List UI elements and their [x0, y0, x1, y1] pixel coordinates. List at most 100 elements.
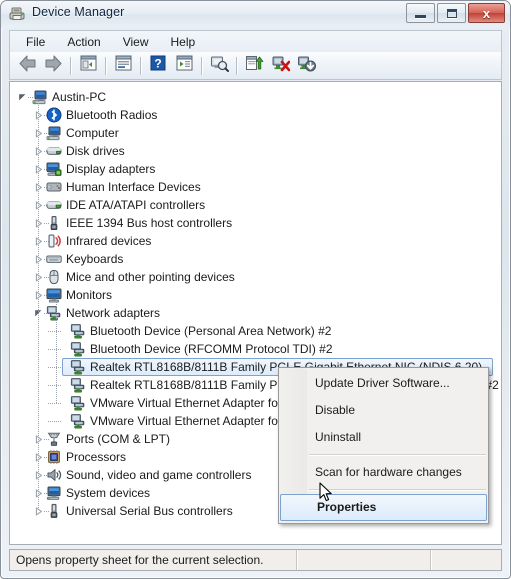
uninstall-device-icon: [297, 55, 316, 77]
network-adapter-icon: [46, 305, 62, 321]
tree-item-label: Keyboards: [66, 252, 124, 266]
context-menu-item-update-driver-software[interactable]: Update Driver Software...: [279, 370, 488, 397]
tree-item[interactable]: Infrared devices: [10, 232, 501, 250]
maximize-icon: [438, 4, 465, 22]
toolbar: ?: [9, 52, 502, 80]
context-menu-separator: [309, 454, 486, 456]
tree-item[interactable]: Bluetooth Radios: [10, 106, 501, 124]
update-driver-software-icon: [245, 55, 264, 77]
disable-device-button[interactable]: [268, 54, 292, 78]
maximize-button[interactable]: [437, 3, 466, 23]
context-menu-item-disable[interactable]: Disable: [279, 397, 488, 424]
properties-button[interactable]: [111, 54, 135, 78]
forward-button[interactable]: [41, 54, 65, 78]
computer-icon: [32, 89, 48, 105]
tree-guide-line: [48, 331, 62, 332]
help-button[interactable]: ?: [146, 54, 170, 78]
system-device-icon: [46, 485, 62, 501]
tree-item[interactable]: Network adapters: [10, 304, 501, 322]
context-menu-item-scan-for-hardware-changes[interactable]: Scan for hardware changes: [279, 459, 488, 486]
tree-item[interactable]: Human Interface Devices: [10, 178, 501, 196]
properties-icon: [115, 55, 132, 76]
menu-item-action[interactable]: Action: [57, 33, 110, 51]
minimize-icon: [407, 4, 434, 22]
tree-item[interactable]: IEEE 1394 Bus host controllers: [10, 214, 501, 232]
show-hide-console-tree-icon: [80, 55, 97, 76]
tree-item-label: Ports (COM & LPT): [66, 432, 171, 446]
tree-item[interactable]: Austin-PC: [10, 88, 501, 106]
update-driver-software-button[interactable]: [242, 54, 266, 78]
status-bar-pane-2: [430, 550, 501, 570]
title-bar[interactable]: Device Manager x: [1, 1, 510, 28]
toolbar-separator: [236, 56, 237, 75]
show-details-button[interactable]: [172, 54, 196, 78]
menu-item-view[interactable]: View: [113, 33, 159, 51]
disable-device-icon: [271, 55, 290, 77]
ide-controller-icon: [46, 197, 62, 213]
status-bar-pane-1: [296, 550, 430, 570]
tree-item-label: Bluetooth Radios: [66, 108, 158, 122]
window-title: Device Manager: [32, 5, 125, 19]
tree-item-label: System devices: [66, 486, 151, 500]
toolbar-separator: [70, 56, 71, 75]
collapse-triangle-icon[interactable]: [18, 93, 27, 102]
tree-item-label: Computer: [66, 126, 119, 140]
scan-for-hardware-changes-button[interactable]: [207, 54, 231, 78]
tree-item[interactable]: Bluetooth Device (Personal Area Network)…: [10, 322, 501, 340]
menu-item-help[interactable]: Help: [161, 33, 206, 51]
menu-item-file[interactable]: File: [16, 33, 55, 51]
tree-item-label: Disk drives: [66, 144, 125, 158]
network-adapter-icon: [70, 359, 86, 375]
context-menu-separator: [309, 489, 486, 491]
computer-icon: [46, 125, 62, 141]
bluetooth-icon: [46, 107, 62, 123]
tree-item-label: Universal Serial Bus controllers: [66, 504, 233, 518]
network-adapter-icon: [70, 413, 86, 429]
tree-item[interactable]: IDE ATA/ATAPI controllers: [10, 196, 501, 214]
mouse-icon: [46, 269, 62, 285]
monitor-icon: [46, 287, 62, 303]
forward-icon: [44, 55, 63, 77]
tree-item-label: Bluetooth Device (RFCOMM Protocol TDI) #…: [90, 342, 333, 356]
show-hide-console-tree-button[interactable]: [76, 54, 100, 78]
tree-item[interactable]: Disk drives: [10, 142, 501, 160]
tree-item[interactable]: Keyboards: [10, 250, 501, 268]
menu-bar: File Action View Help: [9, 30, 502, 52]
back-button[interactable]: [15, 54, 39, 78]
device-manager-window: Device Manager x File Action View Help ?…: [0, 0, 511, 579]
show-details-icon: [176, 55, 193, 76]
network-adapter-icon: [70, 377, 86, 393]
tree-item-label: Display adapters: [66, 162, 156, 176]
context-menu-item-properties[interactable]: Properties: [280, 494, 487, 521]
close-icon: x: [482, 5, 491, 21]
processor-icon: [46, 449, 62, 465]
tree-guide-line: [38, 99, 39, 511]
tree-guide-line: [48, 421, 62, 422]
tree-item[interactable]: Computer: [10, 124, 501, 142]
tree-guide-line: [48, 349, 62, 350]
minimize-button[interactable]: [406, 3, 435, 23]
tree-item[interactable]: Monitors: [10, 286, 501, 304]
tree-item[interactable]: Display adapters: [10, 160, 501, 178]
uninstall-device-button[interactable]: [294, 54, 318, 78]
tree-item-label: Sound, video and game controllers: [66, 468, 252, 482]
sound-icon: [46, 467, 62, 483]
context-menu: Update Driver Software... Disable Uninst…: [278, 367, 489, 524]
close-button[interactable]: x: [468, 3, 505, 23]
status-bar: Opens property sheet for the current sel…: [9, 549, 502, 571]
tree-item-label: Austin-PC: [52, 90, 107, 104]
tree-item-label: IDE ATA/ATAPI controllers: [66, 198, 206, 212]
keyboard-icon: [46, 251, 62, 267]
tree-item-label: Monitors: [66, 288, 113, 302]
tree-item-label: Mice and other pointing devices: [66, 270, 235, 284]
tree-item-label: Network adapters: [66, 306, 161, 320]
port-icon: [46, 431, 62, 447]
tree-item[interactable]: Bluetooth Device (RFCOMM Protocol TDI) #…: [10, 340, 501, 358]
tree-item-label: Human Interface Devices: [66, 180, 201, 194]
tree-item-label: Processors: [66, 450, 127, 464]
back-icon: [18, 55, 37, 77]
tree-guide-line: [56, 300, 57, 403]
context-menu-item-uninstall[interactable]: Uninstall: [279, 424, 488, 451]
scan-for-hardware-changes-icon: [210, 55, 229, 77]
tree-item[interactable]: Mice and other pointing devices: [10, 268, 501, 286]
